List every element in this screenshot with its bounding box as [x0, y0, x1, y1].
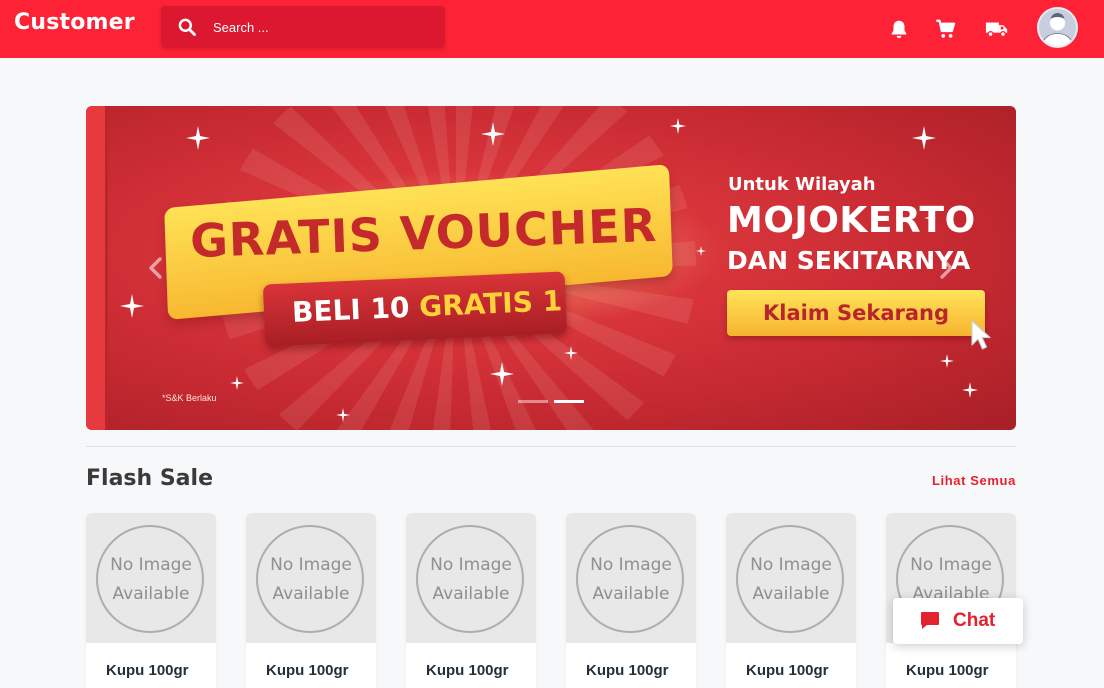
sparkle-icon [564, 346, 578, 360]
no-image-line1: No Image [910, 555, 992, 575]
banner-left-stripe [86, 106, 108, 430]
chat-bubble-icon [921, 612, 939, 629]
no-image-line2: Available [272, 584, 350, 604]
no-image-line1: No Image [430, 555, 512, 575]
avatar[interactable] [1037, 7, 1078, 48]
product-image-placeholder: No Image Available [86, 513, 216, 643]
search-input[interactable] [213, 16, 433, 38]
no-image-line1: No Image [590, 555, 672, 575]
no-image-line2: Available [752, 584, 830, 604]
sparkle-icon [481, 122, 505, 146]
product-card[interactable]: No Image Available Kupu 100gr [566, 513, 696, 688]
voucher-sub-highlight: GRATIS 1 [418, 284, 563, 324]
no-image-line2: Available [592, 584, 670, 604]
terms-note: *S&K Berlaku [162, 393, 217, 403]
product-image-placeholder: No Image Available [406, 513, 536, 643]
sparkle-icon [670, 118, 686, 134]
carousel-dot-1[interactable] [518, 400, 548, 403]
promo-banner-carousel[interactable]: GRATIS VOUCHER BELI 10 GRATIS 1 *S&K Ber… [86, 106, 1016, 430]
sparkle-icon [940, 354, 954, 368]
sparkle-icon [186, 126, 210, 150]
product-card[interactable]: No Image Available Kupu 100gr [406, 513, 536, 688]
brand-logo[interactable]: Customer [14, 10, 135, 35]
product-card[interactable]: No Image Available Kupu 100gr [726, 513, 856, 688]
cart-icon[interactable] [935, 18, 957, 40]
no-image-line2: Available [432, 584, 510, 604]
voucher-sub-prefix: BELI 10 [291, 290, 420, 329]
sparkle-icon [120, 294, 144, 318]
product-name: Kupu 100gr [106, 662, 189, 679]
claim-now-button[interactable]: Klaim Sekarang [727, 290, 985, 336]
no-image-text: No Image Available [726, 551, 856, 609]
user-silhouette-icon [1039, 9, 1076, 46]
section-divider [86, 446, 1016, 447]
product-name: Kupu 100gr [746, 662, 829, 679]
no-image-line1: No Image [110, 555, 192, 575]
sparkle-icon [912, 126, 936, 150]
product-name: Kupu 100gr [426, 662, 509, 679]
chat-button[interactable]: Chat [893, 598, 1023, 644]
bell-icon[interactable] [888, 18, 910, 40]
carousel-next-arrow-icon[interactable] [936, 256, 956, 280]
see-all-link[interactable]: Lihat Semua [932, 473, 1016, 488]
no-image-text: No Image Available [566, 551, 696, 609]
carousel-prev-arrow-icon[interactable] [146, 256, 166, 280]
chat-label: Chat [953, 610, 996, 631]
no-image-line1: No Image [270, 555, 352, 575]
product-card[interactable]: No Image Available Kupu 100gr [246, 513, 376, 688]
region-intro: Untuk Wilayah [728, 174, 876, 195]
no-image-text: No Image Available [86, 551, 216, 609]
region-city: MOJOKERTO [727, 200, 976, 241]
product-image-placeholder: No Image Available [566, 513, 696, 643]
product-name: Kupu 100gr [266, 662, 349, 679]
region-area: DAN SEKITARNYA [727, 246, 971, 275]
sparkle-icon [696, 246, 706, 256]
no-image-text: No Image Available [246, 551, 376, 609]
sparkle-icon [962, 382, 978, 398]
flash-sale-title: Flash Sale [86, 466, 213, 491]
no-image-line1: No Image [750, 555, 832, 575]
product-name: Kupu 100gr [906, 662, 989, 679]
search-box[interactable] [161, 6, 445, 48]
sparkle-icon [490, 362, 514, 386]
pointer-cursor-icon [971, 320, 991, 350]
top-navbar: Customer [0, 0, 1104, 58]
product-card[interactable]: No Image Available Kupu 100gr [86, 513, 216, 688]
sparkle-icon [336, 408, 350, 422]
truck-icon[interactable] [985, 18, 1009, 40]
carousel-dot-2[interactable] [554, 400, 584, 403]
product-name: Kupu 100gr [586, 662, 669, 679]
product-image-placeholder: No Image Available [246, 513, 376, 643]
no-image-line2: Available [112, 584, 190, 604]
product-image-placeholder: No Image Available [726, 513, 856, 643]
no-image-text: No Image Available [406, 551, 536, 609]
search-icon[interactable] [177, 17, 197, 37]
sparkle-icon [230, 376, 244, 390]
